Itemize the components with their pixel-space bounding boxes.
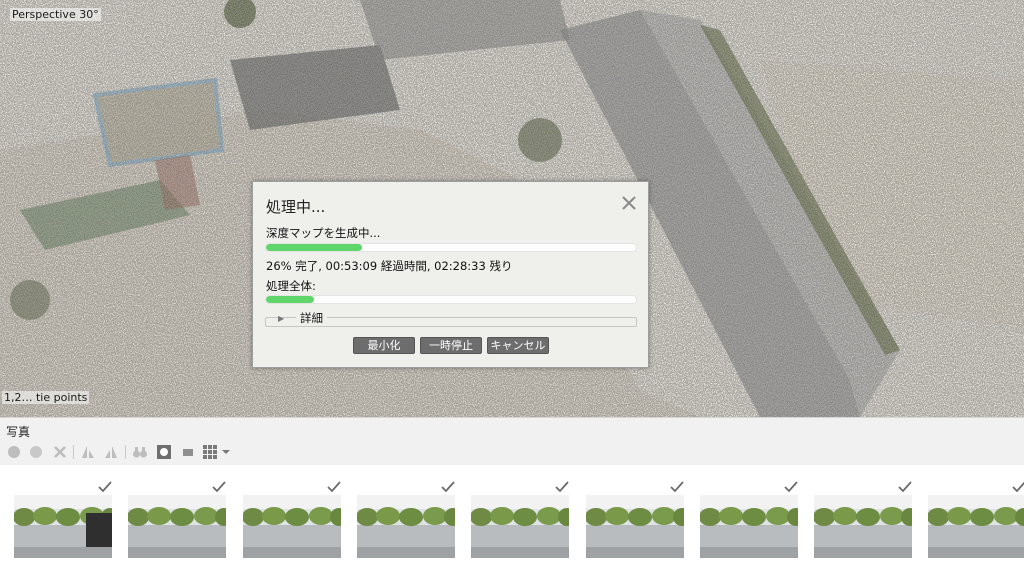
disable-icon[interactable] bbox=[28, 444, 44, 460]
details-expander[interactable]: ▶ 詳細 bbox=[265, 310, 637, 327]
progress-stats: 26% 完了, 00:53:09 経過時間, 02:28:33 残り bbox=[266, 259, 513, 273]
current-task-label: 深度マップを生成中... bbox=[266, 226, 381, 240]
aligned-check-icon bbox=[98, 478, 112, 493]
pause-button[interactable]: 一時停止 bbox=[420, 337, 482, 354]
photo-image bbox=[585, 495, 684, 558]
remove-icon[interactable] bbox=[52, 444, 68, 460]
photo-image bbox=[128, 495, 227, 558]
photos-panel: 写真 bbox=[0, 417, 1024, 576]
close-icon[interactable] bbox=[620, 194, 638, 212]
aligned-check-icon bbox=[669, 478, 684, 493]
photo-image bbox=[242, 495, 341, 558]
grid-view-icon[interactable] bbox=[202, 444, 218, 460]
mask-icon[interactable] bbox=[156, 444, 172, 460]
minimize-button[interactable]: 最小化 bbox=[353, 337, 415, 354]
aligned-check-icon bbox=[326, 478, 341, 493]
enable-icon[interactable] bbox=[6, 444, 22, 460]
photo-image bbox=[928, 495, 1024, 558]
photo-thumbnail[interactable] bbox=[128, 495, 227, 558]
aligned-check-icon bbox=[1012, 478, 1024, 493]
photo-thumbnail[interactable] bbox=[928, 495, 1024, 558]
photo-image bbox=[699, 495, 798, 558]
aligned-check-icon bbox=[441, 478, 455, 493]
cancel-button[interactable]: キャンセル bbox=[487, 337, 549, 354]
overall-progress-fill bbox=[266, 296, 315, 303]
expand-arrow-icon[interactable]: ▶ bbox=[278, 314, 284, 323]
photo-image bbox=[814, 495, 913, 558]
rotate-right-icon[interactable] bbox=[103, 444, 119, 460]
rotate-left-icon[interactable] bbox=[80, 444, 96, 460]
photo-thumbnail[interactable] bbox=[14, 495, 112, 558]
photo-thumbnail[interactable] bbox=[814, 495, 913, 558]
small-thumbnails-icon[interactable] bbox=[180, 444, 196, 460]
overall-progress-label: 処理全体: bbox=[266, 279, 316, 293]
toolbar-separator bbox=[73, 445, 74, 459]
tie-points-count: 1,2… tie points bbox=[2, 391, 90, 404]
model-viewport[interactable]: Perspective 30° 1,2… tie points 処理中... 深… bbox=[0, 0, 1024, 417]
overall-progress-bar bbox=[265, 295, 637, 304]
aligned-check-icon bbox=[784, 478, 798, 493]
toolbar-separator bbox=[125, 445, 126, 459]
photos-panel-header: 写真 bbox=[0, 417, 1024, 440]
photo-thumbnails bbox=[0, 465, 1024, 576]
aligned-check-icon bbox=[555, 478, 569, 493]
photo-thumbnail[interactable] bbox=[585, 495, 684, 558]
photo-image bbox=[14, 495, 112, 558]
photo-thumbnail[interactable] bbox=[356, 495, 455, 558]
details-label[interactable]: 詳細 bbox=[296, 310, 327, 326]
photo-thumbnail[interactable] bbox=[242, 495, 341, 558]
photo-thumbnail[interactable] bbox=[471, 495, 570, 558]
photos-panel-title: 写真 bbox=[6, 425, 31, 439]
task-progress-fill bbox=[266, 244, 363, 251]
aligned-check-icon bbox=[898, 478, 912, 493]
task-progress-bar bbox=[265, 243, 637, 252]
photo-image bbox=[356, 495, 455, 558]
viewport-projection-label: Perspective 30° bbox=[10, 8, 101, 21]
dialog-title: 処理中... bbox=[266, 198, 326, 216]
photos-toolbar bbox=[0, 439, 1024, 466]
aligned-check-icon bbox=[212, 478, 226, 493]
photo-image bbox=[471, 495, 570, 558]
view-dropdown-icon[interactable] bbox=[221, 444, 231, 460]
photo-thumbnail[interactable] bbox=[699, 495, 798, 558]
binoculars-icon[interactable] bbox=[132, 444, 148, 460]
processing-dialog: 処理中... 深度マップを生成中... 26% 完了, 00:53:09 経過時… bbox=[252, 181, 649, 368]
